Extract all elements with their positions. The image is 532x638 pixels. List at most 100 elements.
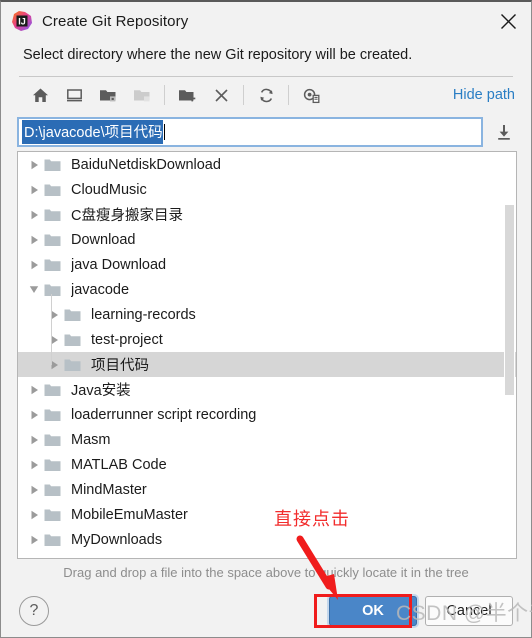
dialog-action-buttons: OK Cancel	[329, 596, 513, 626]
tree-row-label: loaderrunner script recording	[71, 406, 257, 423]
tree-row[interactable]: MATLAB Code	[18, 452, 516, 477]
tree-scrollbar[interactable]	[504, 153, 515, 557]
tree-row-label: CloudMusic	[71, 181, 147, 198]
folder-icon	[44, 183, 66, 197]
page-title: Create Git Repository	[42, 12, 189, 30]
tree-row-label: javacode	[71, 281, 130, 298]
chevron-right-icon[interactable]	[44, 360, 64, 370]
close-icon[interactable]	[485, 2, 531, 40]
toolbar-separator	[288, 85, 289, 105]
tree-row-label: MATLAB Code	[71, 456, 167, 473]
toolbar-separator	[164, 85, 165, 105]
refresh-icon[interactable]	[249, 80, 283, 110]
chevron-right-icon[interactable]	[24, 485, 44, 495]
tree-row[interactable]: Masm	[18, 427, 516, 452]
folder-icon	[44, 408, 66, 422]
tree-row[interactable]	[18, 552, 516, 558]
tree-row-label: MindMaster	[71, 481, 147, 498]
ok-button[interactable]: OK	[329, 596, 417, 626]
insert-path-icon[interactable]	[491, 119, 517, 145]
folder-icon	[44, 283, 66, 297]
chevron-right-icon[interactable]	[24, 460, 44, 470]
tree-row[interactable]: learning-records	[18, 302, 516, 327]
tree-row-label: Download	[71, 231, 136, 248]
chevron-right-icon[interactable]	[24, 385, 44, 395]
path-input-value: D:\javacode\项目代码	[22, 120, 163, 144]
path-row: D:\javacode\项目代码	[1, 113, 531, 151]
tree-row[interactable]: java Download	[18, 252, 516, 277]
folder-icon	[64, 333, 86, 347]
delete-icon[interactable]	[204, 80, 238, 110]
tree-row[interactable]: test-project	[18, 327, 516, 352]
folder-icon	[44, 508, 66, 522]
tree-row[interactable]: MyDownloads	[18, 527, 516, 552]
home-icon[interactable]	[23, 80, 57, 110]
folder-icon	[44, 433, 66, 447]
folder-icon	[44, 208, 66, 222]
chevron-right-icon[interactable]	[24, 235, 44, 245]
new-folder-icon[interactable]	[170, 80, 204, 110]
tree-scrollbar-thumb[interactable]	[505, 205, 514, 395]
tree-row-label: Masm	[71, 431, 111, 448]
folder-icon	[64, 308, 86, 322]
chevron-right-icon[interactable]	[24, 535, 44, 545]
tree-row[interactable]: BaiduNetdiskDownload	[18, 152, 516, 177]
tree-row[interactable]: javacode	[18, 277, 516, 302]
intellij-idea-logo-icon: IJ	[11, 10, 33, 32]
folder-icon	[44, 533, 66, 547]
folder-icon	[44, 233, 66, 247]
chevron-right-icon[interactable]	[24, 260, 44, 270]
drag-drop-hint: Drag and drop a file into the space abov…	[63, 564, 469, 580]
toolbar-separator	[243, 85, 244, 105]
tree-row[interactable]: CloudMusic	[18, 177, 516, 202]
tree-row-label: C盘瘦身搬家目录	[71, 208, 183, 224]
tree-row-label: MyDownloads	[71, 531, 163, 548]
title-bar: IJ Create Git Repository	[1, 2, 531, 40]
folder-icon	[44, 458, 66, 472]
tree-guide-line	[51, 294, 52, 365]
folder-up-icon[interactable]	[91, 80, 125, 110]
chevron-right-icon[interactable]	[24, 410, 44, 420]
tree-row[interactable]: MobileEmuMaster	[18, 502, 516, 527]
directory-tree-rows: BaiduNetdiskDownload CloudMusic C盘瘦身搬家目录 Do…	[18, 152, 516, 558]
chevron-down-icon[interactable]	[24, 285, 44, 294]
dialog-button-bar: ? OK Cancel	[1, 585, 531, 637]
chevron-right-icon[interactable]	[24, 185, 44, 195]
tree-row-label: java Download	[71, 256, 167, 273]
tree-row-label: MobileEmuMaster	[71, 506, 188, 523]
folder-icon	[44, 383, 66, 397]
folder-back-icon	[125, 80, 159, 110]
tree-row[interactable]: loaderrunner script recording	[18, 402, 516, 427]
tree-row-label: BaiduNetdiskDownload	[71, 156, 221, 173]
folder-icon	[64, 358, 86, 372]
directory-tree[interactable]: BaiduNetdiskDownload CloudMusic C盘瘦身搬家目录 Do…	[17, 151, 517, 559]
tree-row[interactable]: 项目代码	[18, 352, 516, 377]
chevron-right-icon[interactable]	[24, 160, 44, 170]
tree-row[interactable]: MindMaster	[18, 477, 516, 502]
tree-row-label: 项目代码	[91, 358, 149, 374]
tree-row-label: test-project	[91, 331, 163, 348]
svg-text:IJ: IJ	[18, 17, 26, 27]
create-git-repository-dialog: IJ Create Git Repository Select director…	[0, 0, 532, 638]
folder-icon	[44, 158, 66, 172]
tree-row[interactable]: Java安装	[18, 377, 516, 402]
file-chooser-toolbar: Hide path	[1, 77, 531, 113]
chevron-right-icon[interactable]	[24, 210, 44, 220]
cancel-button[interactable]: Cancel	[425, 596, 513, 626]
text-caret	[163, 124, 165, 140]
tree-row[interactable]: C盘瘦身搬家目录	[18, 202, 516, 227]
show-hidden-icon[interactable]	[294, 80, 328, 110]
chevron-right-icon[interactable]	[24, 510, 44, 520]
hide-path-link[interactable]: Hide path	[453, 87, 515, 103]
tree-row[interactable]: Download	[18, 227, 516, 252]
tree-row-label: learning-records	[91, 306, 196, 323]
folder-icon	[44, 483, 66, 497]
tree-row-label: Java安装	[71, 383, 131, 399]
folder-icon	[44, 258, 66, 272]
chevron-right-icon[interactable]	[44, 310, 64, 320]
chevron-right-icon[interactable]	[44, 335, 64, 345]
path-input[interactable]: D:\javacode\项目代码	[17, 117, 483, 147]
help-button[interactable]: ?	[19, 596, 49, 626]
desktop-icon[interactable]	[57, 80, 91, 110]
chevron-right-icon[interactable]	[24, 435, 44, 445]
